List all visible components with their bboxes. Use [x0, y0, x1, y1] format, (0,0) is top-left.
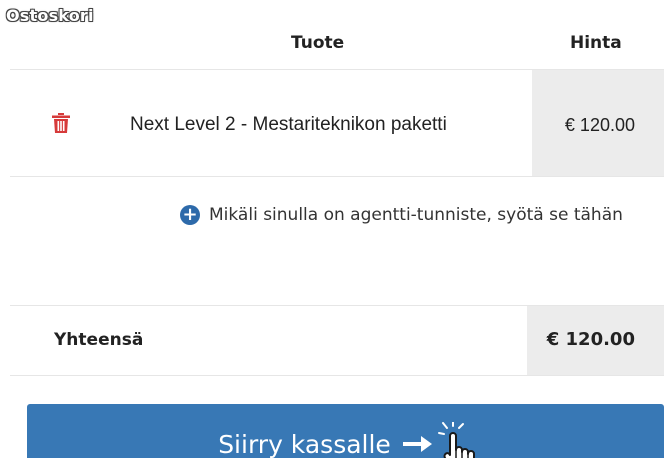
product-name: Next Level 2 - Mestariteknikon paketti — [130, 114, 447, 135]
price-cell: € 120.00 — [532, 70, 664, 176]
shopping-cart: Ostoskori Tuote Hinta € 120.00 Next Leve… — [0, 0, 664, 458]
checkout-content: Siirry kassalle — [218, 416, 493, 458]
checkout-label: Siirry kassalle — [218, 429, 391, 458]
cart-title: Ostoskori — [6, 6, 94, 25]
total-cell: € 120.00 — [527, 306, 664, 375]
arrow-right-icon — [402, 436, 432, 452]
checkout-button[interactable]: Siirry kassalle — [27, 404, 664, 458]
total-row: € 120.00 Yhteensä — [10, 306, 664, 375]
price-column-header: Hinta — [570, 33, 622, 53]
total-bottom-divider — [10, 375, 664, 376]
agent-code-toggle[interactable]: + Mikäli sinulla on agentti-tunniste, sy… — [180, 205, 623, 225]
agent-code-text: Mikäli sinulla on agentti-tunniste, syöt… — [209, 205, 623, 225]
hand-pointer-icon — [437, 422, 475, 458]
total-label: Yhteensä — [54, 330, 144, 350]
item-price: € 120.00 — [564, 115, 635, 135]
plus-circle-icon: + — [180, 205, 200, 225]
row-divider — [10, 176, 664, 177]
product-column-header: Tuote — [291, 33, 345, 53]
cart-row: € 120.00 Next Level 2 - Mestariteknikon … — [10, 70, 664, 176]
trash-icon[interactable] — [52, 113, 70, 133]
total-value: € 120.00 — [546, 329, 635, 350]
